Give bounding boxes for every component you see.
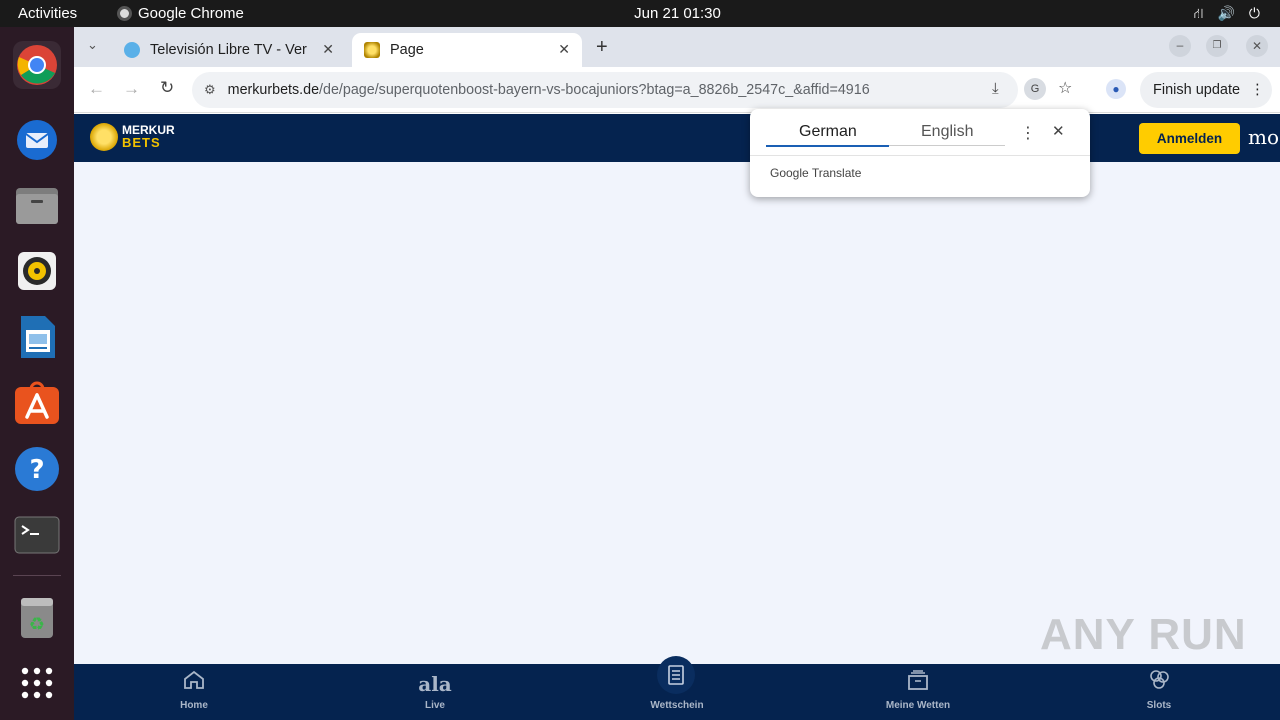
merkur-favicon-icon: [364, 42, 380, 58]
anyrun-watermark: ANY RUN: [1040, 610, 1247, 659]
clock[interactable]: Jun 21 01:30: [0, 5, 1280, 22]
volume-icon: 🔊: [1217, 5, 1235, 21]
slots-icon: [1148, 668, 1170, 696]
google-translate-brand: Google Translate: [770, 166, 861, 180]
app-center-icon[interactable]: [13, 379, 61, 427]
close-icon[interactable]: ✕: [1052, 122, 1065, 140]
site-info-icon[interactable]: ⚙: [204, 82, 216, 98]
tab-page[interactable]: Page ✕: [352, 33, 582, 67]
nav-slots[interactable]: Slots: [1099, 664, 1219, 720]
tab-title: Page: [390, 42, 424, 58]
power-icon: ⏻: [1248, 5, 1260, 21]
tab-television-libre[interactable]: Televisión Libre TV - Ver ✕: [112, 33, 346, 67]
svg-text:?: ?: [29, 455, 44, 485]
address-bar[interactable]: ⚙ merkurbets.de/de/page/superquotenboost…: [192, 72, 1072, 108]
tab-strip: ⌄ Televisión Libre TV - Ver ✕ Page ✕ + –…: [74, 27, 1280, 67]
login-button[interactable]: Anmelden: [1139, 123, 1240, 154]
finish-update-label: Finish update: [1153, 82, 1241, 98]
my-bets-icon: [907, 670, 929, 696]
nav-wettschein-label: Wettschein: [650, 700, 704, 711]
trash-icon[interactable]: ♻: [13, 593, 61, 641]
nav-live-label: Live: [424, 700, 445, 711]
files-icon[interactable]: [13, 181, 61, 229]
terminal-icon[interactable]: [13, 511, 61, 559]
close-icon[interactable]: ✕: [322, 41, 334, 58]
options-menu-icon[interactable]: ⋮: [1020, 123, 1036, 143]
nav-home[interactable]: Home: [134, 664, 254, 720]
forward-icon[interactable]: →: [123, 79, 140, 99]
back-icon[interactable]: ←: [88, 79, 105, 99]
translate-popup: German English ⋮ ✕ Google Translate: [750, 109, 1090, 197]
network-icon: ⛙: [1193, 5, 1204, 21]
thunderbird-icon[interactable]: [13, 115, 61, 163]
writer-icon[interactable]: [13, 313, 61, 361]
window-close-icon[interactable]: ✕: [1246, 35, 1268, 57]
system-top-bar: Activities Google Chrome Jun 21 01:30 ⛙ …: [0, 0, 1280, 27]
profile-icon[interactable]: ●: [1106, 79, 1126, 99]
menu-dots-icon: ⋮: [1250, 82, 1265, 98]
tab-divider: [889, 145, 1005, 146]
restore-icon[interactable]: ❐: [1206, 35, 1228, 57]
active-tab-indicator: [766, 145, 889, 147]
minimize-icon[interactable]: –: [1169, 35, 1191, 57]
help-icon[interactable]: ?: [13, 445, 61, 493]
target-language-tab[interactable]: English: [921, 123, 973, 141]
translate-icon[interactable]: G: [1024, 78, 1046, 100]
betslip-icon: [657, 656, 695, 694]
close-icon[interactable]: ✕: [558, 41, 570, 58]
bottom-nav: Home ala Live Wettschein Meine Wetten Sl…: [74, 656, 1280, 720]
url-host: merkurbets.de: [227, 82, 320, 98]
live-icon: ala: [418, 672, 452, 696]
nav-meine-wetten[interactable]: Meine Wetten: [858, 664, 978, 720]
bookmark-star-icon[interactable]: ☆: [1058, 78, 1072, 98]
dock: ? ♻: [0, 27, 74, 720]
nav-meine-wetten-label: Meine Wetten: [885, 700, 951, 711]
app-grid-icon[interactable]: [13, 659, 61, 707]
system-tray[interactable]: ⛙ 🔊 ⏻: [1194, 5, 1260, 24]
register-button-partial[interactable]: mo: [1248, 125, 1279, 149]
logo-text-bottom: BETS: [122, 135, 161, 150]
nav-home-label: Home: [180, 700, 208, 711]
home-icon: [183, 670, 205, 696]
site-header: MERKUR BETS Anmelden mo: [74, 114, 1280, 162]
nav-wettschein[interactable]: Wettschein: [617, 656, 737, 720]
finish-update-button[interactable]: Finish update ⋮: [1140, 72, 1272, 108]
brand-google: Google: [770, 166, 809, 180]
chrome-icon[interactable]: [13, 41, 61, 89]
sun-logo-icon: [90, 123, 118, 151]
svg-text:♻: ♻: [29, 614, 45, 635]
dock-separator: [13, 575, 61, 576]
merkur-bets-logo[interactable]: MERKUR BETS: [90, 123, 175, 151]
new-tab-icon[interactable]: +: [596, 36, 608, 59]
popup-divider: [750, 155, 1090, 156]
url-path: /de/page/superquotenboost-bayern-vs-boca…: [319, 82, 870, 98]
brand-translate: Translate: [811, 166, 862, 180]
tab-title: Televisión Libre TV - Ver: [150, 42, 307, 58]
install-app-icon[interactable]: ⤓: [992, 80, 999, 97]
browser-toolbar: ← → ↻ ⚙ merkurbets.de/de/page/superquote…: [74, 67, 1280, 113]
nav-slots-label: Slots: [1146, 700, 1172, 711]
reload-icon[interactable]: ↻: [160, 78, 174, 98]
rhythmbox-icon[interactable]: [13, 247, 61, 295]
source-language-tab[interactable]: German: [799, 123, 857, 141]
nav-live[interactable]: ala Live: [375, 664, 495, 720]
tab-search-icon[interactable]: ⌄: [87, 37, 98, 53]
globe-favicon-icon: [124, 42, 140, 58]
